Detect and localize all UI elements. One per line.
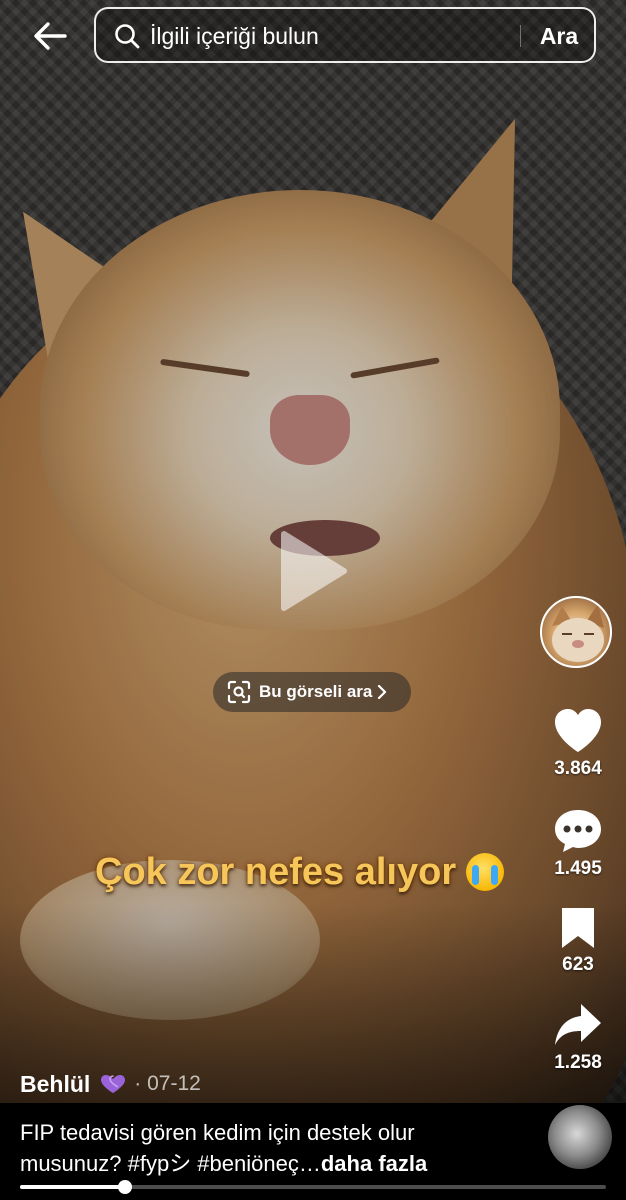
scan-icon: [227, 680, 251, 704]
save-count: 623: [562, 954, 594, 975]
search-input[interactable]: [148, 19, 512, 53]
save-button[interactable]: 623: [538, 906, 618, 976]
image-search-label: Bu görseli ara: [259, 682, 373, 701]
image-search-button[interactable]: Bu görseli ara: [213, 672, 411, 712]
post-date: · 07-12: [134, 1072, 201, 1095]
arrow-left-icon: [34, 22, 67, 50]
sound-disc-thumbnail[interactable]: [548, 1105, 612, 1169]
search-divider: [520, 25, 521, 47]
share-button[interactable]: 1.258: [538, 1002, 618, 1074]
search-bar[interactable]: Ara: [94, 7, 596, 63]
play-icon[interactable]: [278, 528, 350, 614]
see-more-link[interactable]: daha fazla: [321, 1151, 427, 1176]
like-button[interactable]: 3.864: [538, 708, 618, 780]
share-arrow-icon: [555, 1004, 601, 1045]
search-icon: [115, 24, 140, 49]
chevron-right-icon: [378, 685, 387, 699]
comment-count: 1.495: [554, 858, 602, 879]
bookmark-icon: [562, 908, 594, 948]
search-button[interactable]: Ara: [526, 15, 592, 57]
heart-icon: [555, 709, 601, 752]
video-progress-fill: [20, 1185, 126, 1189]
video-overlay-caption: Çok zor nefes alıyor: [95, 848, 505, 896]
author-row: Behlül · 07-12: [20, 1068, 201, 1100]
post-description[interactable]: FIP tedavisi gören kedim için destek olu…: [20, 1117, 520, 1179]
video-progress-bar[interactable]: [20, 1180, 606, 1194]
comment-icon: [555, 810, 601, 852]
purple-heart-badge-icon: [101, 1075, 126, 1093]
like-count: 3.864: [554, 758, 602, 779]
author-name[interactable]: Behlül: [20, 1071, 90, 1098]
crying-face-emoji-icon: [466, 853, 505, 891]
creator-avatar[interactable]: [540, 596, 612, 668]
share-count: 1.258: [554, 1052, 602, 1073]
comment-button[interactable]: 1.495: [538, 808, 618, 880]
overlay-caption-text: Çok zor nefes alıyor: [95, 850, 457, 893]
post-date-value: 07-12: [147, 1072, 201, 1095]
back-button[interactable]: [26, 12, 74, 60]
